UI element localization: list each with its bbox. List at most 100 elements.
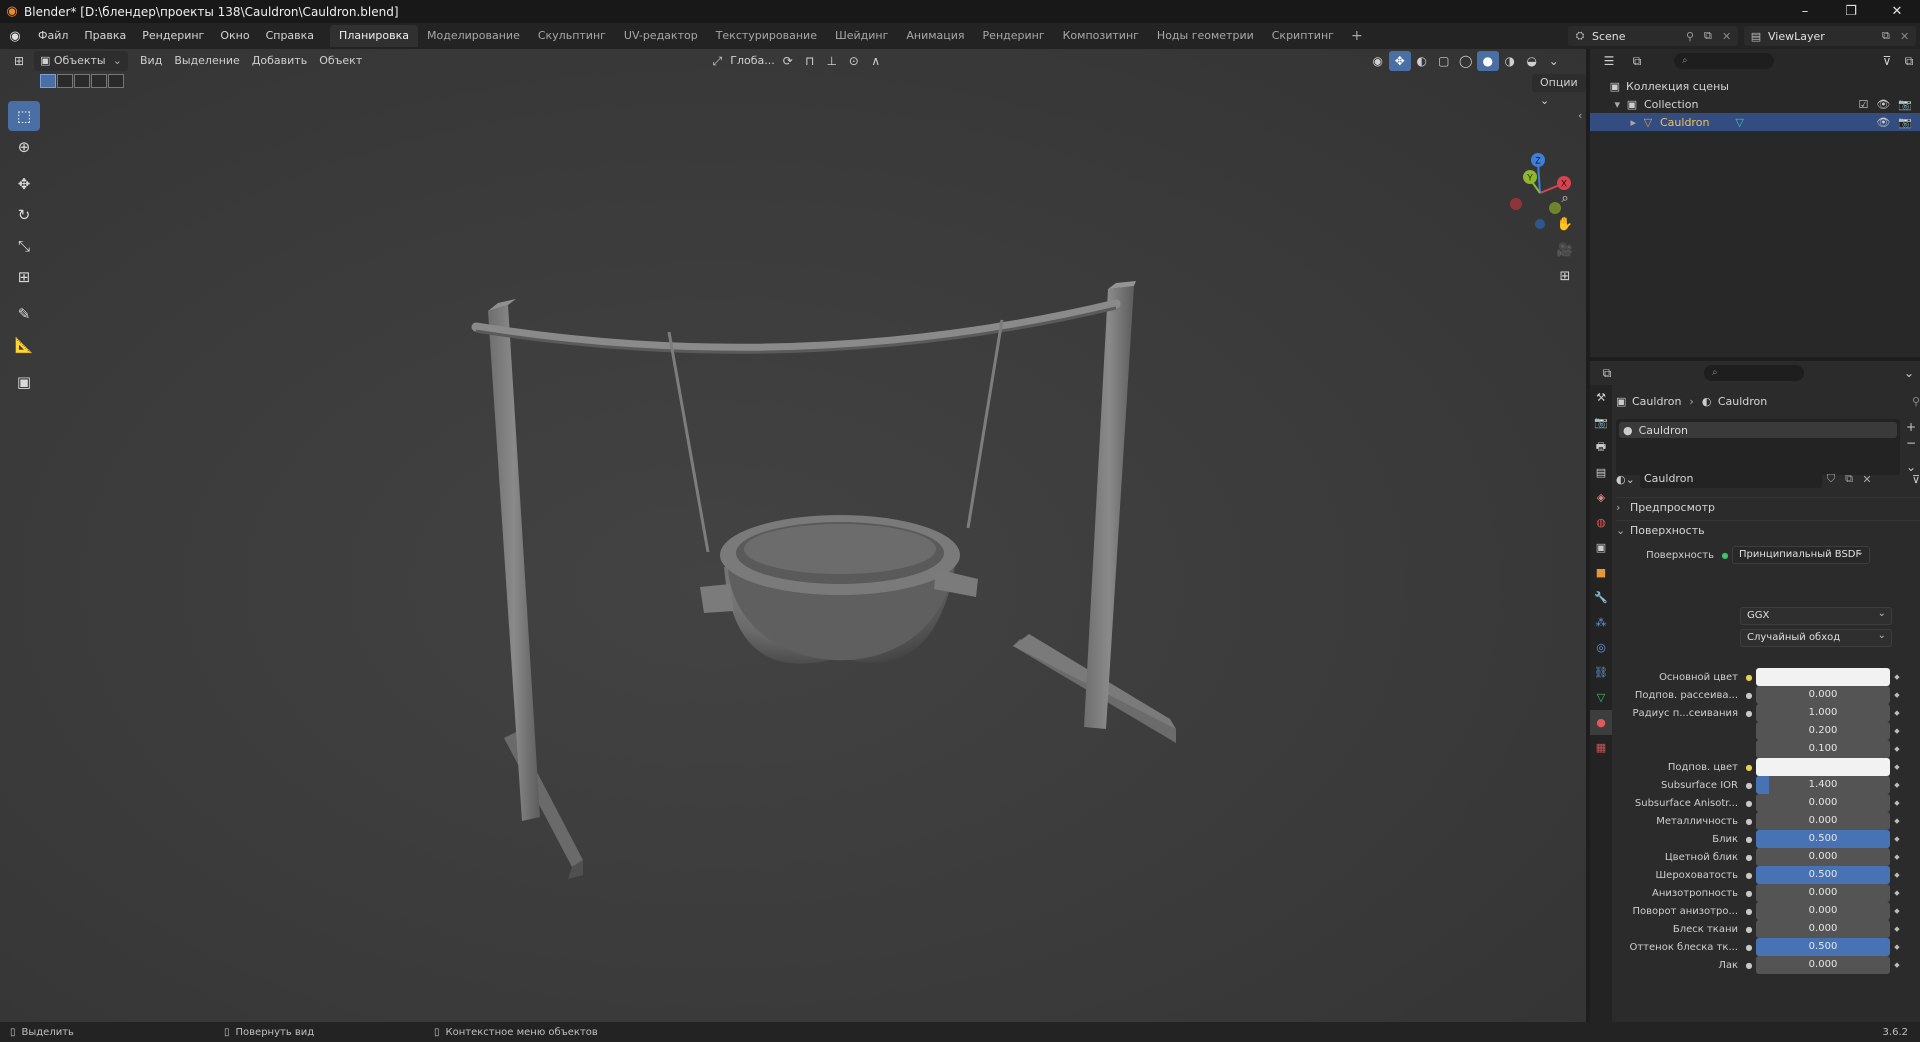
color-swatch-field[interactable] bbox=[1756, 668, 1890, 686]
unlink-material-icon[interactable]: ✕ bbox=[1858, 473, 1876, 486]
outliner-search-input[interactable]: ⌕ bbox=[1674, 53, 1774, 69]
transform-orientation-dropdown[interactable]: Глоба... bbox=[728, 51, 776, 71]
number-field[interactable]: 0.000 bbox=[1756, 902, 1890, 920]
cursor-tool-icon[interactable]: ⊕ bbox=[8, 132, 40, 162]
new-collection-icon[interactable]: ⧉ bbox=[1898, 51, 1920, 71]
number-field[interactable]: 1.400 bbox=[1756, 776, 1890, 794]
mesh-data-icon[interactable]: ▽ bbox=[1735, 116, 1743, 129]
color-swatch-field[interactable] bbox=[1756, 758, 1890, 776]
fake-user-icon[interactable]: ⛉ bbox=[1822, 472, 1840, 486]
visibility-icon[interactable]: ◉ bbox=[1367, 51, 1389, 71]
socket-icon[interactable]: ● bbox=[1742, 763, 1756, 772]
select-extend-icon[interactable] bbox=[57, 74, 73, 88]
tab-scripting[interactable]: Скриптинг bbox=[1263, 25, 1343, 47]
socket-icon[interactable]: ● bbox=[1742, 853, 1756, 862]
render-tab-icon[interactable]: 📷 bbox=[1590, 410, 1612, 435]
display-mode-icon[interactable]: ⧉ bbox=[1626, 51, 1648, 71]
keyframe-icon[interactable]: ◆ bbox=[1890, 853, 1904, 861]
minimize-button[interactable]: – bbox=[1782, 4, 1828, 19]
tab-layout[interactable]: Планировка bbox=[330, 25, 419, 47]
tab-animation[interactable]: Анимация bbox=[897, 25, 973, 47]
shading-options-icon[interactable]: ⌄ bbox=[1543, 51, 1565, 71]
number-field[interactable]: 0.000 bbox=[1756, 848, 1890, 866]
falloff-icon[interactable]: ∧ bbox=[865, 51, 887, 71]
keyframe-icon[interactable]: ◆ bbox=[1890, 961, 1904, 969]
tab-geometry-nodes[interactable]: Ноды геометрии bbox=[1148, 25, 1263, 47]
menu-window[interactable]: Окно bbox=[212, 23, 257, 49]
menu-add[interactable]: Добавить bbox=[246, 51, 313, 71]
scene-tab-icon[interactable]: ◈ bbox=[1590, 485, 1612, 510]
number-field[interactable]: 0.000 bbox=[1756, 686, 1890, 704]
constraints-tab-icon[interactable]: ⛓ bbox=[1590, 660, 1612, 685]
filter-icon[interactable]: ⊽ bbox=[1876, 51, 1898, 71]
select-intersect-icon[interactable] bbox=[108, 74, 124, 88]
remove-slot-icon[interactable]: − bbox=[1906, 435, 1916, 451]
close-button[interactable]: ✕ bbox=[1874, 4, 1920, 19]
keyframe-icon[interactable]: ◆ bbox=[1890, 871, 1904, 879]
keyframe-icon[interactable]: ◆ bbox=[1890, 691, 1904, 699]
measure-tool-icon[interactable]: 📐 bbox=[8, 330, 40, 360]
preview-section-header[interactable]: › Предпросмотр bbox=[1616, 497, 1920, 517]
remove-scene-icon[interactable]: ✕ bbox=[1722, 30, 1738, 43]
surface-shader-dropdown[interactable]: Принципиальный BSDF bbox=[1732, 545, 1870, 564]
select-new-icon[interactable] bbox=[40, 74, 56, 88]
keyframe-icon[interactable]: ◆ bbox=[1890, 709, 1904, 717]
number-field[interactable]: 0.000 bbox=[1756, 794, 1890, 812]
editor-type-icon[interactable]: ⊞ bbox=[8, 51, 30, 71]
wireframe-shading-icon[interactable]: ◯ bbox=[1455, 51, 1477, 71]
socket-icon[interactable]: ● bbox=[1742, 961, 1756, 970]
transform-orientation-icon[interactable]: ⤢ bbox=[706, 51, 728, 71]
particles-tab-icon[interactable]: ⁂ bbox=[1590, 610, 1612, 635]
add-workspace-button[interactable]: + bbox=[1343, 28, 1371, 44]
tab-sculpting[interactable]: Скульптинг bbox=[529, 25, 615, 47]
keyframe-icon[interactable]: ◆ bbox=[1890, 727, 1904, 735]
rotate-tool-icon[interactable]: ↻ bbox=[8, 200, 40, 230]
socket-icon[interactable]: ● bbox=[1742, 943, 1756, 952]
socket-icon[interactable]: ● bbox=[1742, 709, 1756, 718]
socket-icon[interactable]: ● bbox=[1742, 889, 1756, 898]
socket-icon[interactable]: ● bbox=[1742, 835, 1756, 844]
exclude-checkbox-icon[interactable]: ☑ bbox=[1858, 98, 1868, 111]
gizmo-toggle-icon[interactable]: ✥ bbox=[1388, 51, 1411, 71]
options-dropdown[interactable]: Опции ⌄ bbox=[1532, 74, 1586, 107]
world-tab-icon[interactable]: ◍ bbox=[1590, 510, 1612, 535]
scene-selector[interactable]: ⛭ Scene ⚲ ⧉ ✕ bbox=[1568, 26, 1738, 46]
number-field[interactable]: 0.000 bbox=[1756, 812, 1890, 830]
tab-texture-paint[interactable]: Текстурирование bbox=[707, 25, 826, 47]
keyframe-icon[interactable]: ◆ bbox=[1890, 889, 1904, 897]
socket-icon[interactable]: ● bbox=[1742, 871, 1756, 880]
physics-tab-icon[interactable]: ◎ bbox=[1590, 635, 1612, 660]
keyframe-icon[interactable]: ◆ bbox=[1890, 943, 1904, 951]
keyframe-icon[interactable]: ◆ bbox=[1890, 673, 1904, 681]
xray-icon[interactable]: ▢ bbox=[1433, 51, 1455, 71]
scale-tool-icon[interactable]: ⤡ bbox=[8, 231, 40, 261]
perspective-grid-icon[interactable]: ⊞ bbox=[1552, 263, 1578, 289]
distribution-dropdown[interactable]: GGX bbox=[1740, 606, 1892, 625]
eye-icon[interactable]: 👁 bbox=[1876, 116, 1890, 129]
menu-object[interactable]: Объект bbox=[313, 51, 368, 71]
pin-icon[interactable]: ⚲ bbox=[1912, 395, 1920, 408]
keyframe-icon[interactable]: ◆ bbox=[1890, 835, 1904, 843]
rendered-shading-icon[interactable]: ◒ bbox=[1521, 51, 1543, 71]
number-field[interactable]: 0.000 bbox=[1756, 884, 1890, 902]
browse-material-icon[interactable]: ◐⌄ bbox=[1616, 473, 1640, 486]
menu-edit[interactable]: Правка bbox=[76, 23, 134, 49]
socket-icon[interactable]: ● bbox=[1742, 925, 1756, 934]
outliner-editor-icon[interactable]: ☰ bbox=[1598, 51, 1620, 71]
tab-compositing[interactable]: Композитинг bbox=[1054, 25, 1148, 47]
blender-menu-icon[interactable]: ◉ bbox=[0, 29, 30, 44]
number-field[interactable]: 0.500 bbox=[1756, 830, 1890, 848]
outliner-row-scene-collection[interactable]: ▣ Коллекция сцены bbox=[1590, 77, 1920, 95]
snap-icon[interactable]: ⊓ bbox=[799, 51, 821, 71]
proportional-edit-icon[interactable]: ⊙ bbox=[843, 51, 865, 71]
number-field[interactable]: 1.000 bbox=[1756, 704, 1890, 722]
menu-help[interactable]: Справка bbox=[258, 23, 322, 49]
transform-tool-icon[interactable]: ⊞ bbox=[8, 262, 40, 292]
new-view-layer-icon[interactable]: ⧉ bbox=[1882, 29, 1900, 43]
socket-icon[interactable]: ● bbox=[1742, 799, 1756, 808]
solid-shading-icon[interactable]: ● bbox=[1476, 51, 1499, 71]
menu-render[interactable]: Рендеринг bbox=[134, 23, 212, 49]
node-filter-icon[interactable]: ⊽ bbox=[1912, 473, 1920, 486]
socket-icon[interactable]: ● bbox=[1742, 817, 1756, 826]
keyframe-icon[interactable]: ◆ bbox=[1890, 763, 1904, 771]
